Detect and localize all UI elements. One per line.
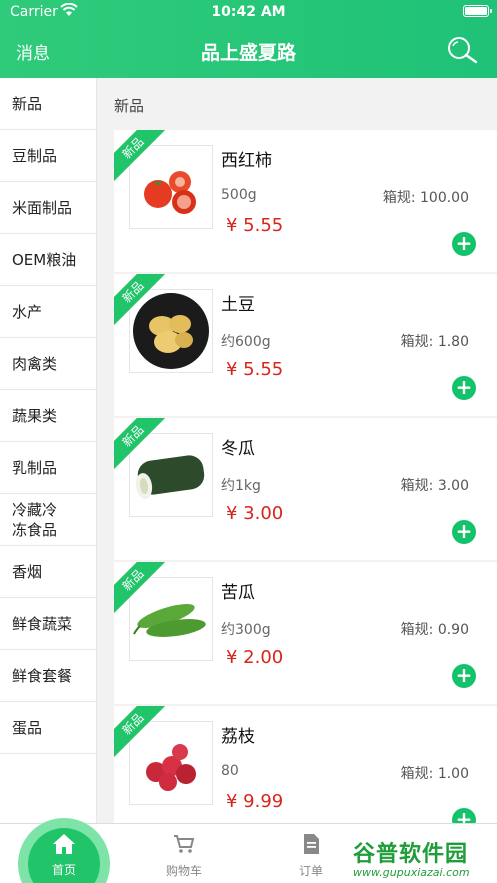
product-spec: 80 [221, 763, 239, 779]
product-name: 西红柿 [221, 151, 272, 171]
sidebar-item-oem-oil[interactable]: OEM粮油 [0, 234, 96, 286]
tab-orders[interactable]: 订单 [261, 824, 361, 883]
tab-cart[interactable]: 购物车 [134, 824, 234, 883]
watermark: 谷普软件园 www.gupuxiazai.com [347, 836, 497, 883]
product-spec: 500g [221, 187, 257, 203]
product-spec: 约1kg [221, 478, 261, 494]
sidebar-item-fresh-veg[interactable]: 鲜食蔬菜 [0, 598, 96, 650]
product-card[interactable]: 新品 西红柿 500g 箱规: 100.00 ¥ 5.55 + [114, 130, 497, 272]
add-to-cart-button[interactable]: + [452, 808, 476, 823]
product-image-tomato [129, 145, 213, 229]
product-price: ¥ 2.00 [226, 647, 284, 668]
sidebar-item-dairy[interactable]: 乳制品 [0, 442, 96, 494]
product-price: ¥ 3.00 [226, 503, 284, 524]
page-title: 品上盛夏路 [200, 42, 296, 64]
product-card[interactable]: 新品 土豆 约600g 箱规: 1.80 ¥ 5.55 + [114, 274, 497, 416]
product-image-winter-melon [129, 433, 213, 517]
sidebar-item-rice-noodle[interactable]: 米面制品 [0, 182, 96, 234]
sidebar-item-seafood[interactable]: 水产 [0, 286, 96, 338]
sidebar-item-soy[interactable]: 豆制品 [0, 130, 96, 182]
add-to-cart-button[interactable]: + [452, 664, 476, 688]
product-spec: 约300g [221, 622, 271, 638]
sidebar-item-fresh-set[interactable]: 鲜食套餐 [0, 650, 96, 702]
add-to-cart-button[interactable]: + [452, 232, 476, 256]
sidebar-item-cigarette[interactable]: 香烟 [0, 546, 96, 598]
product-card[interactable]: 新品 荔枝 80 箱规: 1.00 ¥ 9.99 + [114, 706, 497, 823]
product-name: 荔枝 [221, 727, 255, 747]
search-icon[interactable] [445, 35, 479, 65]
product-name: 苦瓜 [221, 583, 255, 603]
sidebar-item-new[interactable]: 新品 [0, 78, 96, 130]
clock: 10:42 AM [211, 4, 286, 20]
product-spec: 约600g [221, 334, 271, 350]
battery-icon [463, 5, 492, 17]
section-title: 新品 [114, 97, 145, 115]
product-name: 土豆 [221, 295, 255, 315]
product-box-spec: 箱规: 1.00 [400, 766, 469, 782]
sidebar-item-vegfruit[interactable]: 蔬果类 [0, 390, 96, 442]
sidebar-item-meat[interactable]: 肉禽类 [0, 338, 96, 390]
category-sidebar: 新品 豆制品 米面制品 OEM粮油 水产 肉禽类 蔬果类 乳制品 冷藏冷冻食品 … [0, 78, 97, 823]
tab-home-label: 首页 [51, 863, 76, 877]
tab-label: 订单 [298, 864, 323, 878]
sidebar-item-frozen[interactable]: 冷藏冷冻食品 [0, 494, 96, 546]
status-bar: Carrier 10:42 AM [0, 0, 497, 26]
product-price: ¥ 5.55 [226, 359, 284, 380]
product-price: ¥ 9.99 [226, 791, 284, 812]
home-icon [51, 832, 77, 860]
cart-icon [172, 832, 196, 856]
tab-label: 购物车 [165, 864, 202, 878]
watermark-url: www.gupuxiazai.com [353, 866, 470, 879]
product-image-lychee [129, 721, 213, 805]
product-price: ¥ 5.55 [226, 215, 284, 236]
add-to-cart-button[interactable]: + [452, 520, 476, 544]
product-box-spec: 箱规: 3.00 [400, 478, 469, 494]
product-name: 冬瓜 [221, 439, 255, 459]
product-image-bitter-melon [129, 577, 213, 661]
product-image-potato [129, 289, 213, 373]
watermark-text: 谷普软件园 [353, 842, 469, 867]
product-card[interactable]: 新品 苦瓜 约300g 箱规: 0.90 ¥ 2.00 + [114, 562, 497, 704]
product-box-spec: 箱规: 100.00 [382, 190, 469, 206]
product-box-spec: 箱规: 1.80 [400, 334, 469, 350]
document-icon [299, 832, 323, 856]
product-card[interactable]: 新品 冬瓜 约1kg 箱规: 3.00 ¥ 3.00 + [114, 418, 497, 560]
add-to-cart-button[interactable]: + [452, 376, 476, 400]
sidebar-item-eggs[interactable]: 蛋品 [0, 702, 96, 754]
app-header: Carrier 10:42 AM 消息 品上盛夏路 [0, 0, 497, 78]
product-list: 新品 新品 西红柿 500g 箱规: 100.00 ¥ 5.55 + 新品 土豆… [97, 78, 497, 823]
product-box-spec: 箱规: 0.90 [400, 622, 469, 638]
